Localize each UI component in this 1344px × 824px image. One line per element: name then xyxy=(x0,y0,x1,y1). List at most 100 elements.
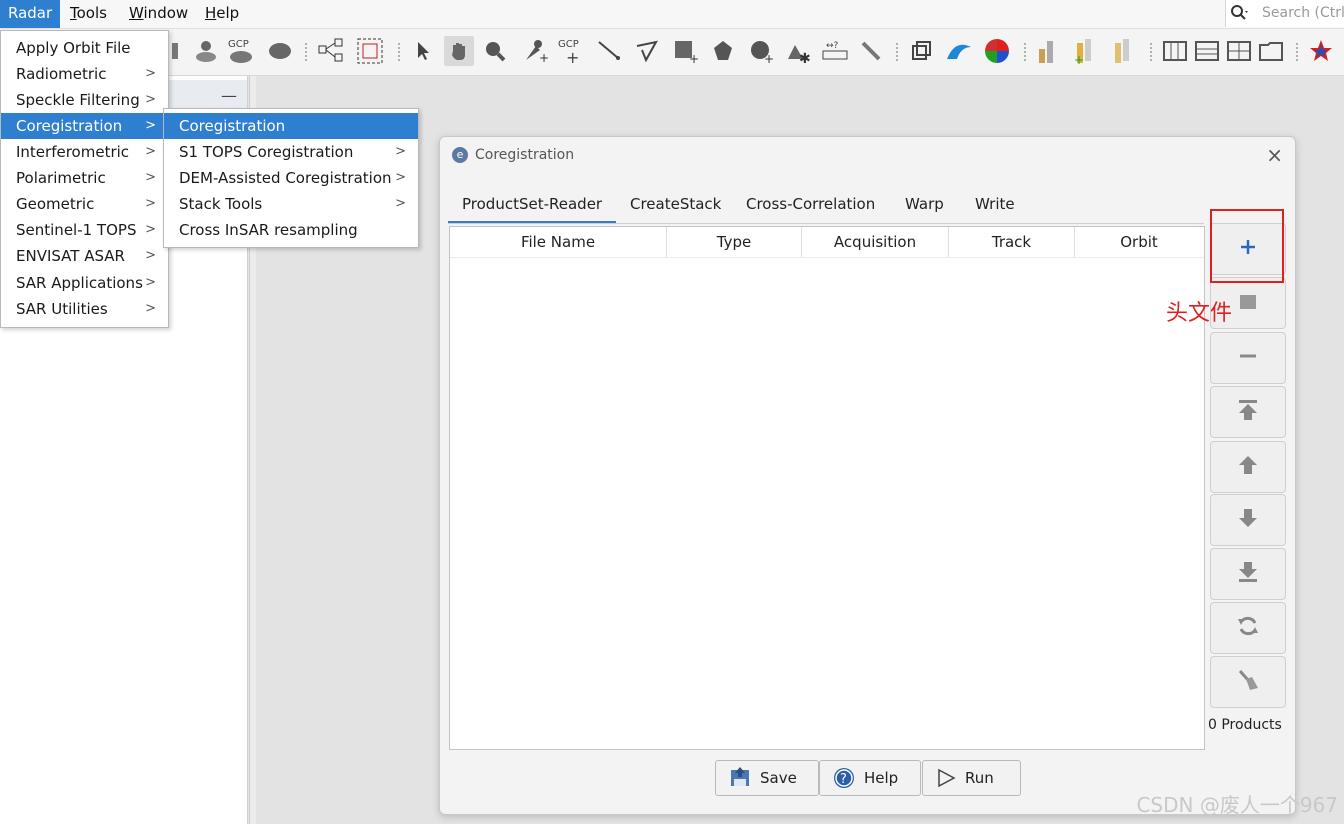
world-wind-icon[interactable] xyxy=(944,36,974,66)
column-file-name[interactable]: File Name xyxy=(450,227,667,257)
toolbar: GCP + GCP + + + ✱ ↔? + xyxy=(0,29,1344,76)
menu-help[interactable]: Help xyxy=(197,0,247,28)
color-manipulation-icon[interactable] xyxy=(982,36,1012,66)
search-field[interactable]: Search (Ctrl+I) xyxy=(1225,0,1344,27)
tab-warp[interactable]: Warp xyxy=(891,189,958,221)
svg-text:+: + xyxy=(689,52,698,64)
dialog-title: Coregistration xyxy=(475,147,575,163)
svg-text:GCP: GCP xyxy=(228,39,249,50)
polygon-tool-icon[interactable] xyxy=(708,36,738,66)
menu-item-sentinel1-tops[interactable]: Sentinel-1 TOPS > xyxy=(1,217,168,243)
tile-grid-icon[interactable] xyxy=(1224,36,1254,66)
gcp-tool-icon[interactable]: GCP xyxy=(226,36,256,66)
mask-tool-icon[interactable] xyxy=(265,36,295,66)
chevron-right-icon: > xyxy=(145,275,156,290)
svg-text:?: ? xyxy=(840,772,847,787)
svg-text:+: + xyxy=(566,48,579,66)
close-icon[interactable]: × xyxy=(1266,143,1283,167)
chevron-right-icon: > xyxy=(145,144,156,159)
refresh-button[interactable] xyxy=(1210,602,1286,654)
help-label: Help xyxy=(864,769,899,787)
move-bottom-button[interactable] xyxy=(1210,548,1286,600)
move-down-button[interactable] xyxy=(1210,494,1286,546)
bands-add-icon[interactable]: + xyxy=(1070,36,1100,66)
menu-tools[interactable]: Tools xyxy=(62,0,115,28)
menu-item-geometric[interactable]: Geometric > xyxy=(1,191,168,217)
column-type[interactable]: Type xyxy=(667,227,802,257)
run-button[interactable]: Run xyxy=(922,760,1021,796)
highlight-box xyxy=(1210,209,1284,283)
submenu-item-coregistration[interactable]: Coregistration xyxy=(164,113,418,139)
pan-tool-icon[interactable] xyxy=(444,36,474,66)
tab-write[interactable]: Write xyxy=(961,189,1029,221)
coregistration-submenu: Coregistration S1 TOPS Coregistration > D… xyxy=(163,108,419,248)
product-table[interactable]: File Name Type Acquisition Track Orbit xyxy=(449,226,1205,750)
move-top-icon xyxy=(1236,398,1260,426)
menu-radar[interactable]: Radar xyxy=(0,0,61,28)
star-icon[interactable] xyxy=(1306,36,1336,66)
help-icon: ? xyxy=(832,766,856,790)
submenu-item-cross-insar-resampling[interactable]: Cross InSAR resampling xyxy=(164,217,418,243)
graph-builder-icon[interactable] xyxy=(316,36,346,66)
tab-productset-reader[interactable]: ProductSet-Reader xyxy=(448,189,617,224)
move-bottom-icon xyxy=(1236,560,1260,588)
menu-item-sar-utilities[interactable]: SAR Utilities > xyxy=(1,296,168,322)
svg-text:✱: ✱ xyxy=(799,51,811,65)
select-tool-icon[interactable] xyxy=(408,36,438,66)
save-button[interactable]: Save xyxy=(715,760,819,796)
pin-tool-icon[interactable]: + xyxy=(520,36,550,66)
svg-text:+: + xyxy=(539,51,548,64)
svg-text:↔?: ↔? xyxy=(826,41,839,51)
line-tool-icon[interactable] xyxy=(594,36,624,66)
menu-item-interferometric[interactable]: Interferometric > xyxy=(1,139,168,165)
clear-button[interactable] xyxy=(1210,656,1286,708)
terrain-tool-icon[interactable] xyxy=(191,36,221,66)
bands-icon[interactable] xyxy=(1034,36,1064,66)
svg-text:+: + xyxy=(764,52,774,64)
submenu-item-stack-tools[interactable]: Stack Tools > xyxy=(164,191,418,217)
submenu-item-s1-tops-coregistration[interactable]: S1 TOPS Coregistration > xyxy=(164,139,418,165)
tile-vertical-icon[interactable] xyxy=(1160,36,1190,66)
wrench-tool-icon[interactable] xyxy=(856,36,886,66)
arrow-down-icon xyxy=(1236,506,1260,534)
submenu-item-dem-assisted-coregistration[interactable]: DEM-Assisted Coregistration > xyxy=(164,165,418,191)
menu-item-speckle-filtering[interactable]: Speckle Filtering > xyxy=(1,87,168,113)
play-icon xyxy=(935,767,957,789)
minimize-icon[interactable]: — xyxy=(221,86,237,105)
column-orbit[interactable]: Orbit xyxy=(1075,227,1203,257)
move-up-button[interactable] xyxy=(1210,441,1286,493)
rectangle-tool-icon[interactable]: + xyxy=(670,36,700,66)
batch-processing-icon[interactable] xyxy=(355,36,385,66)
zoom-tool-icon[interactable] xyxy=(480,36,510,66)
search-icon xyxy=(1230,0,1250,27)
tab-cross-correlation[interactable]: Cross-Correlation xyxy=(732,189,889,221)
measure-tool-icon[interactable]: ↔? xyxy=(820,36,850,66)
bands-stack-icon[interactable] xyxy=(1108,36,1138,66)
save-icon xyxy=(728,766,752,790)
column-track[interactable]: Track xyxy=(949,227,1075,257)
sync-views-icon[interactable] xyxy=(906,36,936,66)
search-placeholder: Search (Ctrl+I) xyxy=(1262,5,1344,21)
gcp-add-icon[interactable]: GCP + xyxy=(556,36,586,66)
help-button[interactable]: ? Help xyxy=(819,760,921,796)
move-top-button[interactable] xyxy=(1210,386,1286,438)
menu-item-sar-applications[interactable]: SAR Applications > xyxy=(1,270,168,296)
magic-wand-tool-icon[interactable]: ✱ xyxy=(784,36,814,66)
menu-window[interactable]: Window xyxy=(121,0,196,28)
chevron-right-icon: > xyxy=(395,196,406,211)
tab-createstack[interactable]: CreateStack xyxy=(616,189,735,221)
tile-horizontal-icon[interactable] xyxy=(1192,36,1222,66)
folder-icon xyxy=(1236,289,1260,317)
menu-item-coregistration[interactable]: Coregistration > xyxy=(1,113,168,139)
remove-product-button[interactable] xyxy=(1210,332,1286,384)
menu-item-polarimetric[interactable]: Polarimetric > xyxy=(1,165,168,191)
watermark: CSDN @废人一个967 xyxy=(1136,793,1338,817)
column-acquisition[interactable]: Acquisition xyxy=(802,227,949,257)
ellipse-tool-icon[interactable]: + xyxy=(746,36,776,66)
menu-item-apply-orbit-file[interactable]: Apply Orbit File xyxy=(1,35,168,61)
tile-evenly-icon[interactable] xyxy=(1256,36,1286,66)
table-header: File Name Type Acquisition Track Orbit xyxy=(450,227,1204,258)
menu-item-radiometric[interactable]: Radiometric > xyxy=(1,61,168,87)
polyline-tool-icon[interactable] xyxy=(632,36,662,66)
menu-item-envisat-asar[interactable]: ENVISAT ASAR > xyxy=(1,243,168,269)
